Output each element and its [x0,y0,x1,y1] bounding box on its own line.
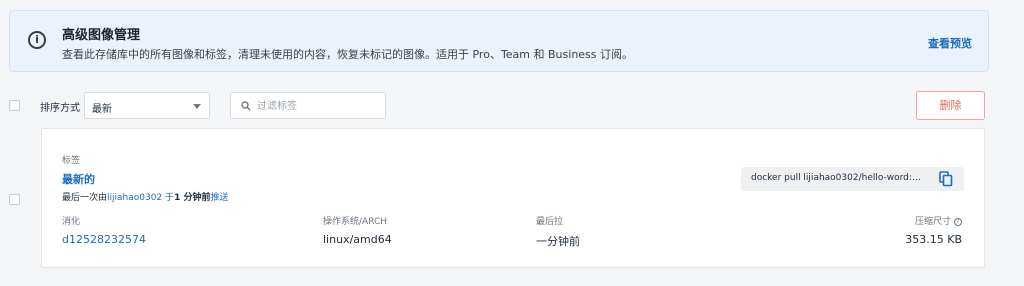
size-value: 353.15 KB [905,233,962,246]
select-all-checkbox[interactable] [9,100,20,111]
pushed-at: 于 [165,193,175,203]
filter-tags-input[interactable] [257,98,379,114]
pushed-time: 1 分钟前 [174,193,211,203]
pull-command-box: docker pull lijiahao0302/hello-word:late… [741,167,964,191]
search-icon [241,101,251,111]
last-pull-value: 一分钟前 [536,235,580,248]
preview-link[interactable]: 查看预览 [928,35,972,51]
tag-section-label: 标签 [62,156,81,166]
pushed-info: 最后一次由lijiahao0302 于1 分钟前推送 [62,190,228,203]
pull-command-text: docker pull lijiahao0302/hello-word:late… [751,173,923,183]
sort-select[interactable]: 最新 [84,92,210,119]
pushed-user-link[interactable]: lijiahao0302 [107,193,162,203]
help-icon[interactable]: ? [954,218,962,226]
tag-name-link[interactable]: 最新的 [62,171,95,187]
last-pull-label: 最后拉 [536,217,564,227]
pushed-prefix: 最后一次由 [62,193,108,203]
size-label-group: 压缩尺寸? [915,214,962,227]
info-banner: i 高级图像管理 查看此存储库中的所有图像和标签，清理未使用的内容，恢复未标记的… [9,10,989,72]
copy-icon[interactable] [939,171,953,187]
sort-label: 排序方式 [40,103,80,114]
filter-tags-field[interactable] [230,92,386,119]
digest-link[interactable]: d12528232574 [62,233,146,246]
banner-title: 高级图像管理 [62,28,141,43]
chevron-down-icon [193,104,201,109]
tag-card: 标签 最新的 最后一次由lijiahao0302 于1 分钟前推送 docker… [41,128,985,268]
size-label: 压缩尺寸 [914,217,951,227]
os-arch-label: 操作系统/ARCH [323,217,388,227]
pushed-action: 推送 [210,193,229,203]
tag-row-checkbox[interactable] [9,194,20,205]
digest-label: 消化 [62,217,81,227]
delete-button[interactable]: 删除 [916,91,985,120]
info-icon: i [28,31,46,49]
sort-value: 最新 [92,104,112,115]
banner-description: 查看此存储库中的所有图像和标签，清理未使用的内容，恢复未标记的图像。适用于 Pr… [62,48,634,61]
os-arch-value: linux/amd64 [323,233,392,246]
